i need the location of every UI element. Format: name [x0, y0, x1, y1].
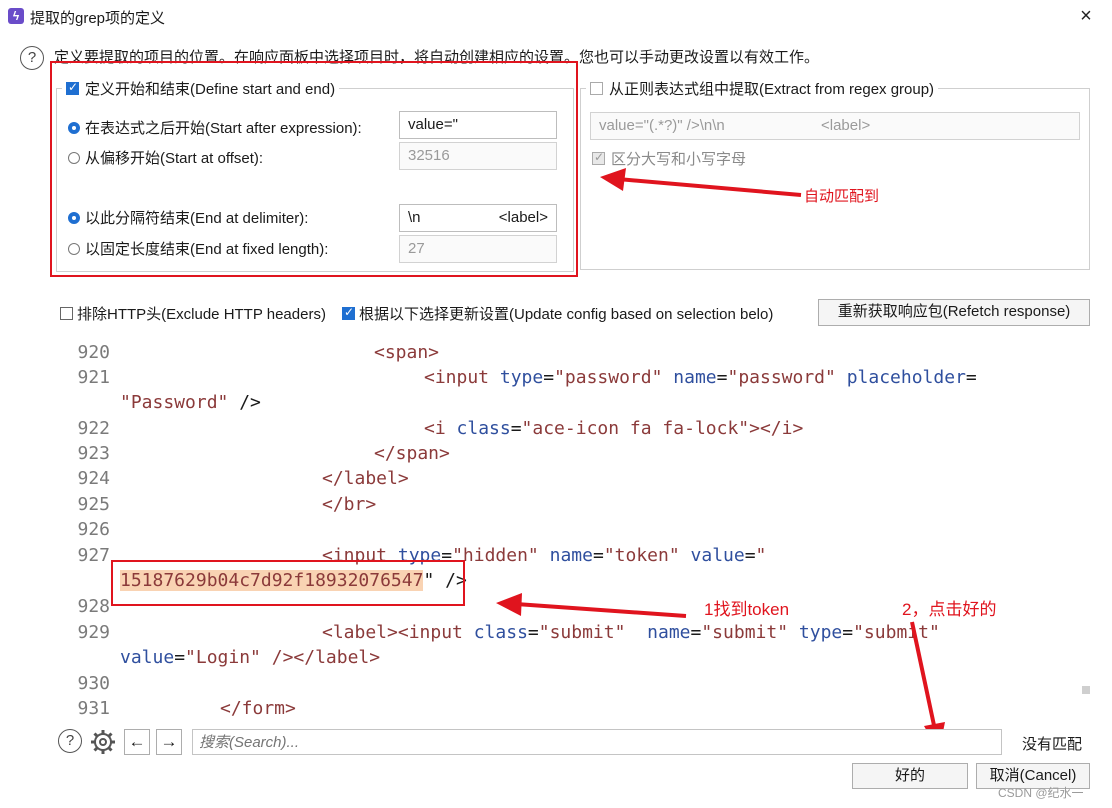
line-number: 927 [77, 545, 110, 566]
code-line-923: </span> [374, 443, 450, 464]
update-config-option[interactable]: 根据以下选择更新设置(Update config based on select… [342, 303, 773, 324]
token-annotation-box [111, 560, 465, 606]
exclude-headers-checkbox[interactable] [60, 307, 73, 320]
watermark: CSDN @纪水一 [998, 786, 1084, 800]
line-number: 930 [77, 673, 110, 694]
code-line-921-wrap: "Password" /> [120, 392, 261, 413]
case-sensitive-checkbox[interactable] [592, 150, 605, 165]
help-icon[interactable]: ? [20, 46, 44, 70]
update-config-checkbox[interactable] [342, 305, 355, 320]
window-title: 提取的grep项的定义 [30, 10, 166, 27]
refetch-response-button[interactable]: 重新获取响应包(Refetch response) [818, 299, 1090, 326]
line-number: 926 [77, 519, 110, 540]
regex-group-checkbox[interactable] [590, 82, 603, 95]
code-line-931: </form> [220, 698, 296, 719]
search-help-icon[interactable]: ? [58, 729, 82, 753]
code-line-921: <input type="password" name="password" p… [424, 367, 977, 388]
code-line-924: </label> [322, 468, 409, 489]
exclude-headers-label: 排除HTTP头(Exclude HTTP headers) [77, 306, 326, 323]
code-line-929: <label><input class="submit" name="submi… [322, 622, 940, 643]
annotation-find-token: 1找到token [704, 600, 790, 619]
line-number: 923 [77, 443, 110, 464]
regex-value: value="(.*?)" />\n\n [599, 117, 725, 134]
line-number: 928 [77, 596, 110, 617]
settings-gear-icon[interactable] [90, 729, 116, 755]
annotation-arrow-auto-match [600, 168, 802, 197]
app-icon: ϟ [8, 8, 24, 24]
line-number: 931 [77, 698, 110, 719]
regex-group-header: 从正则表达式组中提取(Extract from regex group) [586, 78, 939, 99]
regex-input[interactable]: value="(.*?)" />\n\n <label> [590, 112, 1080, 140]
code-line-925: </br> [322, 494, 377, 515]
ok-button[interactable]: 好的 [852, 763, 968, 789]
line-number: 925 [77, 494, 110, 515]
line-gutter: 920 921 922 923 924 925 926 927 928 929 … [54, 340, 116, 724]
annotation-auto-match: 自动匹配到 [804, 188, 880, 205]
line-number: 921 [77, 367, 110, 388]
code-line-922: <i class="ace-icon fa fa-lock"></i> [424, 418, 804, 439]
search-status: 没有匹配 [1022, 736, 1083, 753]
title-bar: ϟ 提取的grep项的定义 × [0, 0, 1112, 32]
regex-tag: <label> [821, 117, 871, 134]
update-config-label: 根据以下选择更新设置(Update config based on select… [359, 306, 774, 323]
scroll-corner [1082, 686, 1090, 694]
code-line-920: <span> [374, 342, 440, 363]
line-number: 929 [77, 622, 110, 643]
code-line-929-wrap: value="Login" /></label> [120, 647, 381, 668]
annotation-click-ok: 2，点击好的 [902, 600, 997, 619]
exclude-headers-option[interactable]: 排除HTTP头(Exclude HTTP headers) [60, 303, 326, 324]
search-input[interactable] [192, 729, 1002, 755]
regex-group-label: 从正则表达式组中提取(Extract from regex group) [609, 81, 935, 98]
line-number: 922 [77, 418, 110, 439]
search-next-button[interactable]: → [156, 729, 182, 755]
close-icon[interactable]: × [1074, 4, 1098, 28]
line-number: 920 [77, 342, 110, 363]
line-number: 924 [77, 468, 110, 489]
annotation-arrow-find-token [496, 593, 687, 618]
search-prev-button[interactable]: ← [124, 729, 150, 755]
annotation-highlight-box [50, 61, 578, 277]
